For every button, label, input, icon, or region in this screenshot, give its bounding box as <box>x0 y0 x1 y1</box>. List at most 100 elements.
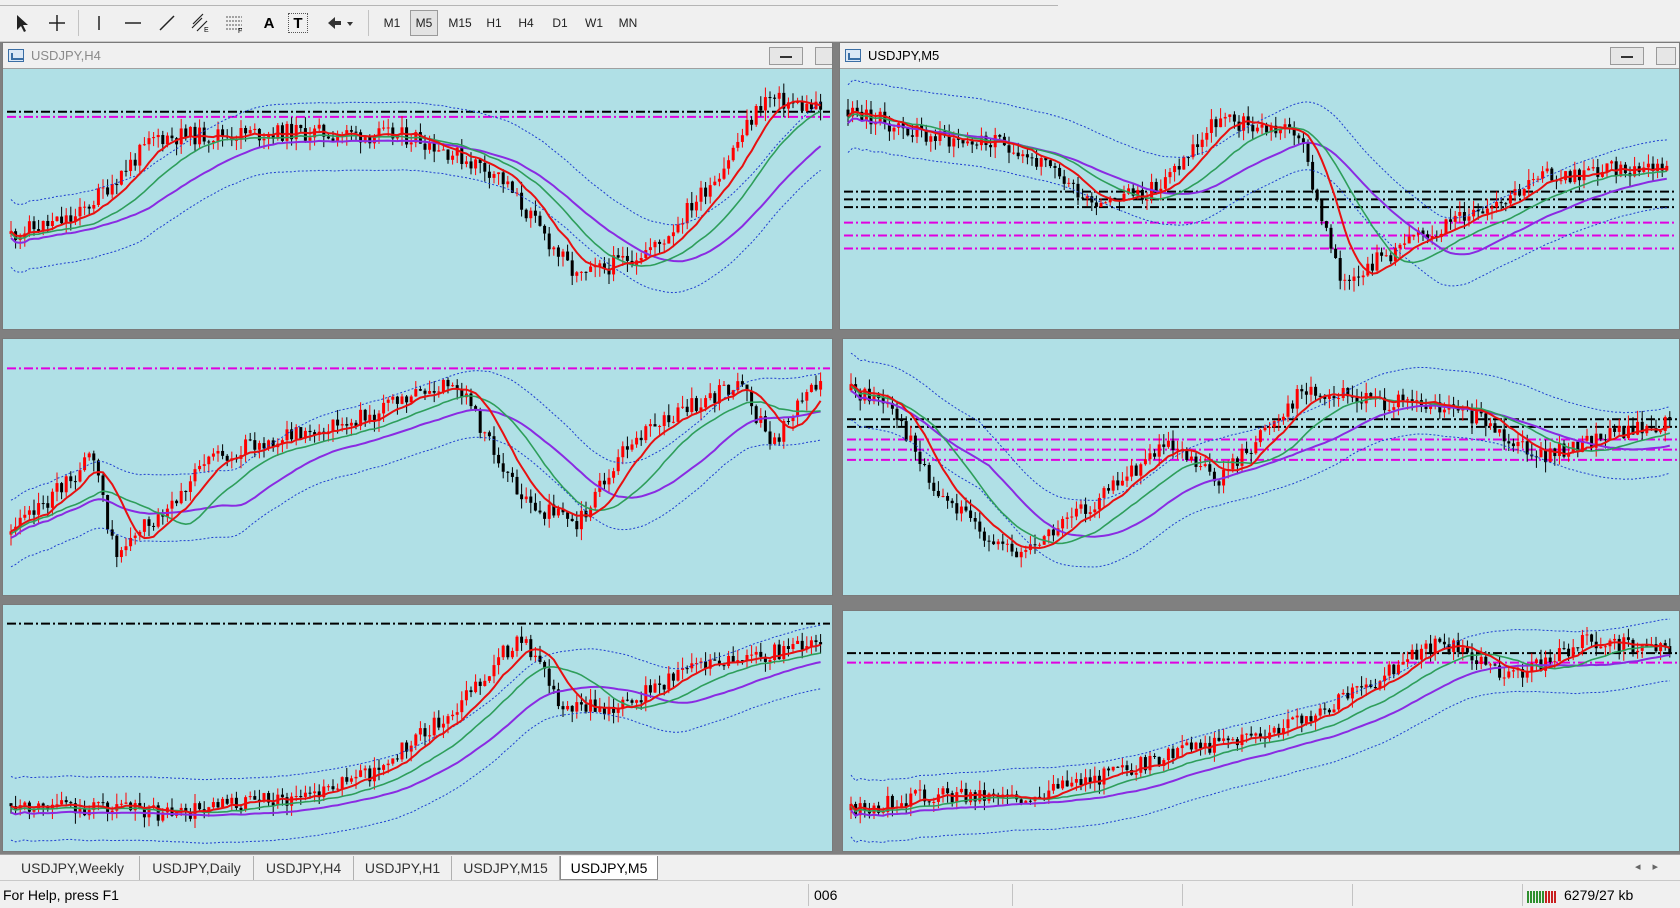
candle-body <box>1387 664 1391 676</box>
timeframe-h1[interactable]: H1 <box>480 10 508 36</box>
candle-body <box>579 510 583 530</box>
candle-body <box>1071 182 1075 184</box>
candle-body <box>731 655 735 663</box>
candle-body <box>1079 504 1083 509</box>
minimize-button[interactable] <box>769 47 803 65</box>
candle-body <box>959 506 963 514</box>
candle-body <box>1297 135 1301 139</box>
candle-body <box>1522 189 1526 196</box>
candle-body <box>1585 435 1589 441</box>
price-chart-svg[interactable] <box>3 43 833 330</box>
chart-window-usdjpy-m5[interactable]: USDJPY,M5 <box>839 42 1680 330</box>
price-chart-svg[interactable] <box>843 611 1680 852</box>
minimize-button[interactable] <box>1610 47 1644 65</box>
candle-body <box>423 390 427 394</box>
price-chart-svg[interactable] <box>3 605 833 852</box>
candle-body <box>584 704 588 712</box>
candle-body <box>1649 425 1653 429</box>
candle-body <box>469 690 473 693</box>
candle-body <box>1449 219 1453 222</box>
candle-body <box>1334 248 1338 259</box>
candle-body <box>561 706 565 710</box>
timeframe-w1[interactable]: W1 <box>580 10 608 36</box>
candle-body <box>1479 656 1483 665</box>
crosshair-icon[interactable] <box>42 10 72 36</box>
candle-body <box>1143 459 1147 465</box>
candle-body <box>918 451 922 465</box>
candle-body <box>363 768 367 771</box>
timeframe-mn[interactable]: MN <box>614 10 642 36</box>
candle-body <box>1659 431 1663 433</box>
candle-body <box>1120 765 1124 768</box>
equidistant-channel-icon[interactable]: E <box>186 10 216 36</box>
timeframe-h4[interactable]: H4 <box>512 10 540 36</box>
restore-button[interactable] <box>1656 47 1676 65</box>
candle-body <box>1668 416 1672 419</box>
candle-body <box>658 683 662 685</box>
candle-body <box>773 437 777 444</box>
candle-body <box>644 426 648 441</box>
price-chart-svg[interactable] <box>843 339 1680 596</box>
price-chart-svg[interactable] <box>3 339 833 596</box>
candle-body <box>363 409 367 421</box>
tab-usdjpy-m5[interactable]: USDJPY,M5 <box>560 856 658 880</box>
text-icon[interactable]: A <box>254 10 284 36</box>
timeframe-m5[interactable]: M5 <box>410 10 438 36</box>
fibonacci-retracement-icon[interactable]: F <box>220 10 250 36</box>
upper-band-line <box>10 101 821 226</box>
cursor-icon[interactable] <box>6 10 36 36</box>
candle-body <box>736 141 740 148</box>
arrows-dropdown-icon[interactable] <box>324 10 360 36</box>
candle-body <box>621 255 625 258</box>
chart-window-middle-right[interactable] <box>842 338 1680 596</box>
candle-body <box>280 794 284 798</box>
price-chart-svg[interactable] <box>840 43 1680 330</box>
candle-body <box>1171 748 1175 759</box>
candle-body <box>727 384 731 395</box>
tab-usdjpy-daily[interactable]: USDJPY,Daily <box>140 856 254 880</box>
candle-body <box>119 803 123 805</box>
tab-usdjpy-weekly[interactable]: USDJPY,Weekly <box>6 856 140 880</box>
candle-body <box>1389 255 1393 262</box>
candle-body <box>1357 276 1361 278</box>
tab-usdjpy-m15[interactable]: USDJPY,M15 <box>452 856 560 880</box>
candle-body <box>895 408 899 420</box>
chart-window-usdjpy-h4[interactable]: USDJPY,H4 <box>2 42 833 330</box>
chart-window-bottom-left[interactable] <box>2 604 833 852</box>
tab-usdjpy-h1[interactable]: USDJPY,H1 <box>354 856 452 880</box>
candle-body <box>221 450 225 456</box>
timeframe-m1[interactable]: M1 <box>378 10 406 36</box>
candle-body <box>975 144 979 146</box>
candle-body <box>110 184 114 195</box>
horizontal-line-icon[interactable] <box>118 10 148 36</box>
timeframe-d1[interactable]: D1 <box>546 10 574 36</box>
candle-body <box>1419 648 1423 660</box>
candle-body <box>441 379 445 392</box>
candle-body <box>635 700 639 703</box>
candle-body <box>248 796 252 798</box>
candle-body <box>1111 766 1115 771</box>
candle-body <box>681 406 685 408</box>
candle-body <box>1081 197 1085 199</box>
candle-body <box>1577 169 1581 181</box>
chart-window-bottom-right[interactable] <box>842 610 1680 852</box>
trendline-icon[interactable] <box>152 10 182 36</box>
candle-body <box>1507 671 1511 678</box>
candle-body <box>918 789 922 791</box>
candle-body <box>671 673 675 681</box>
vertical-line-icon[interactable] <box>84 10 114 36</box>
candle-body <box>763 97 767 111</box>
candle-body <box>441 149 445 151</box>
candle-body <box>106 187 110 195</box>
candle-body <box>345 424 349 426</box>
text-label-icon[interactable]: T <box>288 13 308 33</box>
candle-body <box>809 640 813 647</box>
tab-usdjpy-h4[interactable]: USDJPY,H4 <box>254 856 354 880</box>
candle-body <box>515 636 519 651</box>
chart-window-middle-left[interactable] <box>2 338 833 596</box>
candle-body <box>216 450 220 454</box>
restore-button[interactable] <box>815 47 832 65</box>
tab-scroll-arrows[interactable]: ◂▸ <box>1635 860 1670 873</box>
timeframe-m15[interactable]: M15 <box>444 10 476 36</box>
candle-body <box>1219 118 1223 128</box>
